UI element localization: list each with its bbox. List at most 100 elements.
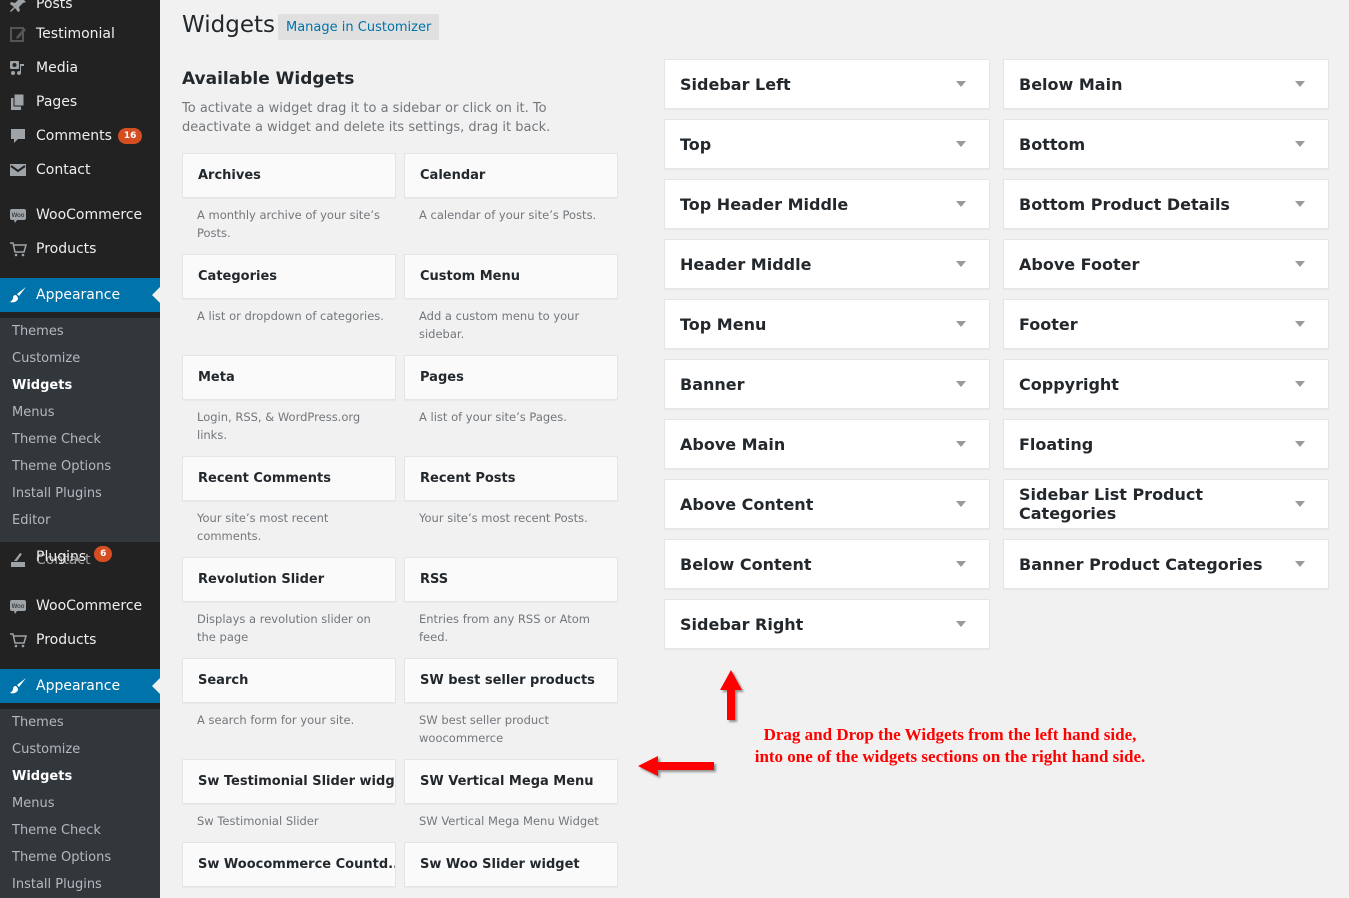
- widget-area-coppyright[interactable]: Coppyright: [1003, 359, 1329, 409]
- widget-card[interactable]: Sw Woo Slider widget: [404, 842, 618, 887]
- caret-down-icon[interactable]: [1295, 561, 1305, 567]
- widget-card[interactable]: Sw Testimonial Slider widget: [182, 759, 396, 804]
- manage-in-customizer-button[interactable]: Manage in Customizer: [278, 14, 440, 40]
- submenu-editor[interactable]: Editor: [0, 507, 160, 534]
- menu-item-testimonial[interactable]: Testimonial: [0, 17, 160, 51]
- widget-title: Categories: [198, 269, 278, 284]
- media-icon: [0, 59, 36, 77]
- caret-down-icon[interactable]: [1295, 261, 1305, 267]
- menu-item-plugins[interactable]: Plugins Contact Plugins 6: [0, 544, 160, 574]
- widget-area-below-main[interactable]: Below Main: [1003, 59, 1329, 109]
- widget-description: Add a custom menu to your sidebar.: [419, 309, 580, 341]
- woo-icon: Woo: [0, 206, 36, 224]
- widget-card[interactable]: Custom Menu: [404, 254, 618, 299]
- widget-area-sidebar-list-product-categories[interactable]: Sidebar List Product Categories: [1003, 479, 1329, 529]
- widget-title: SW Vertical Mega Menu: [420, 774, 594, 789]
- widget-card[interactable]: Pages: [404, 355, 618, 400]
- widget-area-bottom[interactable]: Bottom: [1003, 119, 1329, 169]
- widget-card[interactable]: RSS: [404, 557, 618, 602]
- submenu-customize[interactable]: Customize: [0, 736, 160, 763]
- menu-item-woocommerce[interactable]: Woo WooCommerce: [0, 589, 160, 623]
- caret-down-icon[interactable]: [1295, 201, 1305, 207]
- widget-area-below-content[interactable]: Below Content: [664, 539, 990, 589]
- widget-area-title: Above Content: [680, 494, 814, 514]
- widget-area-sidebar-left[interactable]: Sidebar Left: [664, 59, 990, 109]
- widget-area-above-content[interactable]: Above Content: [664, 479, 990, 529]
- widget-card[interactable]: Revolution Slider: [182, 557, 396, 602]
- submenu-install-plugins[interactable]: Install Plugins: [0, 480, 160, 507]
- menu-item-products[interactable]: Products: [0, 623, 160, 657]
- widget-area-banner-product-categories[interactable]: Banner Product Categories: [1003, 539, 1329, 589]
- caret-down-icon[interactable]: [956, 621, 966, 627]
- widget-description: A search form for your site.: [197, 713, 355, 727]
- menu-item-pages[interactable]: Pages: [0, 85, 160, 119]
- widget-card[interactable]: Meta: [182, 355, 396, 400]
- widget-area-title: Below Main: [1019, 74, 1123, 94]
- widget-card[interactable]: Sw Woocommerce Countd...: [182, 842, 396, 887]
- caret-down-icon[interactable]: [1295, 141, 1305, 147]
- caret-down-icon[interactable]: [956, 321, 966, 327]
- submenu-theme-check[interactable]: Theme Check: [0, 426, 160, 453]
- submenu-themes[interactable]: Themes: [0, 709, 160, 736]
- menu-item-appearance[interactable]: Appearance: [0, 278, 160, 312]
- submenu-menus[interactable]: Menus: [0, 790, 160, 817]
- caret-down-icon[interactable]: [956, 501, 966, 507]
- widget-area-top[interactable]: Top: [664, 119, 990, 169]
- widget-description: SW Vertical Mega Menu Widget: [419, 814, 599, 828]
- submenu-theme-options[interactable]: Theme Options: [0, 453, 160, 480]
- caret-down-icon[interactable]: [956, 261, 966, 267]
- widget-area-title: Header Middle: [680, 254, 812, 274]
- caret-down-icon[interactable]: [956, 81, 966, 87]
- caret-down-icon[interactable]: [1295, 81, 1305, 87]
- widget-area-footer[interactable]: Footer: [1003, 299, 1329, 349]
- submenu-install-plugins[interactable]: Install Plugins: [0, 871, 160, 898]
- submenu-customize[interactable]: Customize: [0, 345, 160, 372]
- submenu-theme-options[interactable]: Theme Options: [0, 844, 160, 871]
- widget-card[interactable]: SW Vertical Mega Menu: [404, 759, 618, 804]
- widget-card[interactable]: SW best seller products: [404, 658, 618, 703]
- menu-item-contact[interactable]: Contact: [0, 153, 160, 187]
- widget-area-sidebar-right[interactable]: Sidebar Right: [664, 599, 990, 649]
- widget-area-above-footer[interactable]: Above Footer: [1003, 239, 1329, 289]
- submenu-theme-check[interactable]: Theme Check: [0, 817, 160, 844]
- widget-area-banner[interactable]: Banner: [664, 359, 990, 409]
- caret-down-icon[interactable]: [956, 141, 966, 147]
- caret-down-icon[interactable]: [956, 381, 966, 387]
- submenu-menus[interactable]: Menus: [0, 399, 160, 426]
- menu-item-woocommerce[interactable]: Woo WooCommerce: [0, 198, 160, 232]
- widget-area-above-main[interactable]: Above Main: [664, 419, 990, 469]
- widget-description: A calendar of your site’s Posts.: [419, 208, 597, 222]
- menu-item-products[interactable]: Products: [0, 232, 160, 266]
- widget-description: SW best seller product woocommerce: [419, 713, 550, 745]
- submenu-themes[interactable]: Themes: [0, 318, 160, 345]
- caret-down-icon[interactable]: [956, 441, 966, 447]
- admin-menu: Posts Testimonial Media Pages Comments 1…: [0, 0, 160, 898]
- widget-area-top-menu[interactable]: Top Menu: [664, 299, 990, 349]
- widget-card[interactable]: Recent Comments: [182, 456, 396, 501]
- menu-item-appearance[interactable]: Appearance: [0, 669, 160, 703]
- caret-down-icon[interactable]: [1295, 321, 1305, 327]
- widget-area-top-header-middle[interactable]: Top Header Middle: [664, 179, 990, 229]
- caret-down-icon[interactable]: [956, 561, 966, 567]
- widget-area-title: Top Menu: [680, 314, 767, 334]
- widget-card[interactable]: Archives: [182, 153, 396, 198]
- submenu-widgets[interactable]: Widgets: [0, 763, 160, 790]
- caret-down-icon[interactable]: [1295, 441, 1305, 447]
- menu-item-comments[interactable]: Comments 16: [0, 119, 160, 153]
- widget-card[interactable]: Search: [182, 658, 396, 703]
- widget-area-bottom-product-details[interactable]: Bottom Product Details: [1003, 179, 1329, 229]
- widget-card[interactable]: Calendar: [404, 153, 618, 198]
- widget-card[interactable]: Categories: [182, 254, 396, 299]
- widget-area-header-middle[interactable]: Header Middle: [664, 239, 990, 289]
- widget-card[interactable]: Recent Posts: [404, 456, 618, 501]
- submenu-widgets[interactable]: Widgets: [0, 372, 160, 399]
- caret-down-icon[interactable]: [1295, 381, 1305, 387]
- menu-item-media[interactable]: Media: [0, 51, 160, 85]
- widget-area-floating[interactable]: Floating: [1003, 419, 1329, 469]
- widget-area-title: Top: [680, 134, 712, 154]
- edit-icon: [0, 25, 36, 43]
- caret-down-icon[interactable]: [956, 201, 966, 207]
- widget-description: Displays a revolution slider on the page: [197, 612, 371, 644]
- caret-down-icon[interactable]: [1295, 501, 1305, 507]
- svg-text:Woo: Woo: [12, 603, 25, 610]
